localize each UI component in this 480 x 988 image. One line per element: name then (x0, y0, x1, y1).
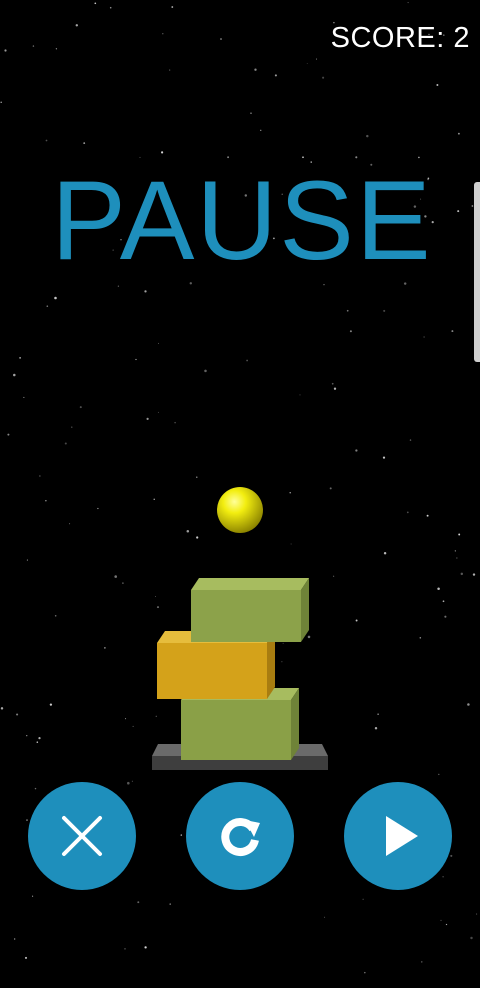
game-stage: SCORE: 2 PAUSE (0, 0, 480, 988)
restart-icon (221, 818, 260, 856)
close-button[interactable] (28, 782, 136, 890)
play-button[interactable] (344, 782, 452, 890)
restart-button[interactable] (186, 782, 294, 890)
yellow-ball (217, 487, 263, 533)
tower-block-top (191, 578, 309, 642)
close-icon (62, 816, 102, 856)
play-icon (386, 816, 418, 856)
